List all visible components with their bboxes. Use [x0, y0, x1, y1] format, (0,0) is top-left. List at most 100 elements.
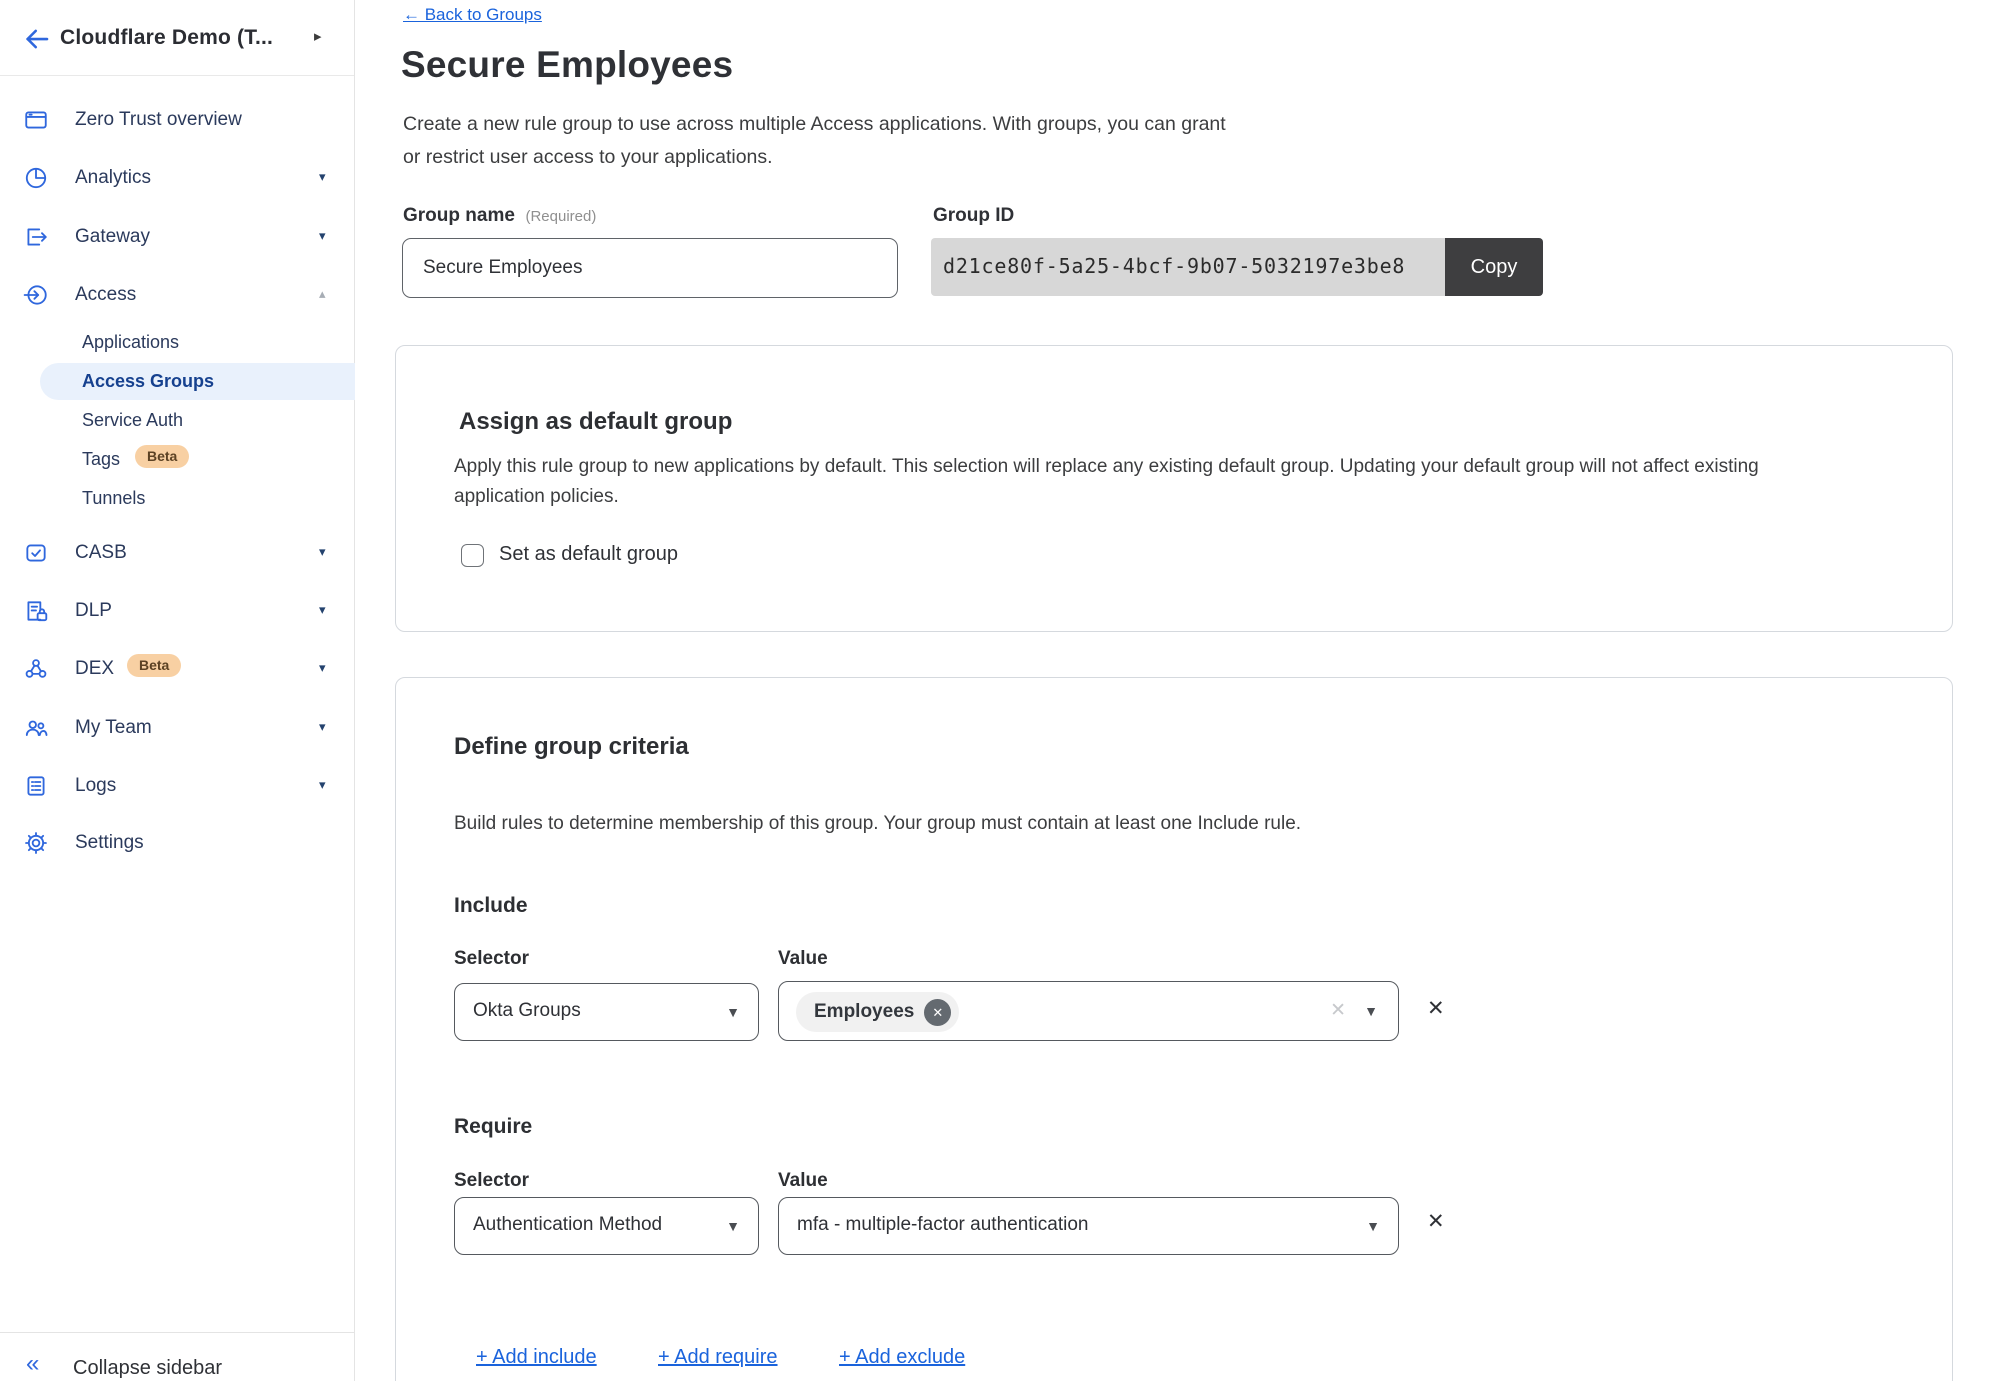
include-selector-value: Okta Groups: [473, 1000, 581, 1022]
network-nodes-icon: [23, 656, 49, 682]
chevron-up-icon[interactable]: ▴: [319, 286, 326, 302]
back-arrow-icon[interactable]: [22, 24, 52, 54]
define-group-criteria-card: Define group criteria Build rules to det…: [395, 677, 1953, 1381]
sidebar-item-label: Access: [75, 284, 136, 306]
sidebar-item-gateway[interactable]: Gateway ▾: [0, 223, 355, 253]
sidebar-item-applications[interactable]: Applications: [0, 329, 355, 359]
sidebar-item-tunnels[interactable]: Tunnels: [0, 485, 355, 515]
login-arrow-icon: [23, 282, 49, 308]
remove-include-rule-icon[interactable]: ✕: [1427, 996, 1445, 1021]
collapse-double-chevron-icon: «: [26, 1350, 39, 1378]
sidebar-item-my-team[interactable]: My Team ▾: [0, 714, 355, 744]
group-name-input[interactable]: [402, 238, 898, 298]
main-content: ← Back to Groups Secure Employees Create…: [356, 0, 1999, 1381]
remove-tag-icon[interactable]: ✕: [924, 999, 951, 1026]
remove-require-rule-icon[interactable]: ✕: [1427, 1209, 1445, 1234]
chevron-down-icon[interactable]: ▾: [319, 544, 326, 560]
sidebar-item-label: Zero Trust overview: [75, 109, 242, 131]
sidebar-item-casb[interactable]: CASB ▾: [0, 539, 355, 569]
group-id-value: d21ce80f-5a25-4bcf-9b07-5032197e3be8: [943, 254, 1405, 278]
sidebar-item-dlp[interactable]: DLP ▾: [0, 597, 355, 627]
sidebar-item-label: Applications: [82, 332, 179, 353]
criteria-body: Build rules to determine membership of t…: [454, 813, 1301, 835]
sidebar-item-analytics[interactable]: Analytics ▾: [0, 164, 355, 194]
sidebar-item-tags[interactable]: Tags Beta: [0, 446, 355, 476]
require-heading: Require: [454, 1115, 532, 1139]
back-to-groups-link[interactable]: ← Back to Groups: [403, 5, 542, 25]
sidebar-item-label: Access Groups: [82, 371, 214, 392]
chevron-down-icon[interactable]: ▾: [319, 719, 326, 735]
chevron-down-icon[interactable]: ▾: [319, 228, 326, 244]
chevron-down-icon[interactable]: ▾: [319, 169, 326, 185]
include-heading: Include: [454, 894, 528, 918]
sidebar-item-service-auth[interactable]: Service Auth: [0, 407, 355, 437]
document-lock-icon: [23, 598, 49, 624]
collapse-sidebar-button[interactable]: « Collapse sidebar: [0, 1348, 355, 1381]
page-description-line2: or restrict user access to your applicat…: [403, 146, 773, 169]
sidebar-item-label: Tags: [82, 449, 120, 470]
set-default-group-checkbox[interactable]: [461, 544, 484, 567]
sidebar-item-label: Service Auth: [82, 410, 183, 431]
sidebar-item-label: CASB: [75, 542, 127, 564]
add-require-link[interactable]: + Add require: [658, 1346, 778, 1369]
chevron-down-icon: ▼: [1364, 1003, 1378, 1019]
sidebar-item-label: Gateway: [75, 226, 150, 248]
chevron-down-icon[interactable]: ▾: [319, 602, 326, 618]
chevron-down-icon[interactable]: ▾: [319, 660, 326, 676]
card-heading: Assign as default group: [459, 408, 732, 436]
sidebar-item-label: Analytics: [75, 167, 151, 189]
card-body-line1: Apply this rule group to new application…: [454, 456, 1759, 478]
required-hint: (Required): [525, 208, 596, 225]
require-selector-dropdown[interactable]: Authentication Method ▼: [454, 1197, 759, 1255]
group-id-label: Group ID: [933, 205, 1014, 227]
sidebar-item-settings[interactable]: Settings: [0, 829, 355, 859]
zero-trust-dashboard: Cloudflare Demo (T... ▸ Zero Trust overv…: [0, 0, 1999, 1381]
add-include-link[interactable]: + Add include: [476, 1346, 597, 1369]
set-default-group-label: Set as default group: [499, 543, 678, 566]
account-name: Cloudflare Demo (T...: [60, 26, 273, 50]
sidebar-item-label: My Team: [75, 717, 152, 739]
require-value-label: Value: [778, 1170, 828, 1192]
value-tag-label: Employees: [814, 1001, 914, 1023]
sidebar-item-access-groups[interactable]: Access Groups: [40, 363, 355, 400]
clear-values-icon[interactable]: ✕: [1330, 999, 1346, 1022]
card-heading: Define group criteria: [454, 733, 689, 761]
include-value-combobox[interactable]: Employees ✕ ✕ ▼: [778, 981, 1399, 1041]
list-icon: [23, 773, 49, 799]
sidebar-item-dex[interactable]: DEX Beta ▾: [0, 655, 355, 685]
sidebar-item-logs[interactable]: Logs ▾: [0, 772, 355, 802]
people-icon: [23, 715, 49, 741]
group-name-label: Group name (Required): [403, 205, 596, 227]
chevron-down-icon[interactable]: ▾: [319, 777, 326, 793]
sidebar-item-zero-trust-overview[interactable]: Zero Trust overview: [0, 106, 355, 136]
card-body-line2: application policies.: [454, 486, 619, 508]
copy-button[interactable]: Copy: [1445, 238, 1543, 296]
gear-icon: [23, 830, 49, 856]
include-selector-dropdown[interactable]: Okta Groups ▼: [454, 983, 759, 1041]
include-selector-label: Selector: [454, 948, 529, 970]
page-title: Secure Employees: [401, 44, 733, 86]
include-value-label: Value: [778, 948, 828, 970]
pie-chart-icon: [23, 165, 49, 191]
sidebar-item-label: DEX: [75, 658, 114, 680]
require-selector-label: Selector: [454, 1170, 529, 1192]
assign-default-group-card: Assign as default group Apply this rule …: [395, 345, 1953, 632]
beta-badge: Beta: [135, 445, 189, 468]
gateway-icon: [23, 224, 49, 250]
sidebar-header: Cloudflare Demo (T... ▸: [0, 0, 354, 76]
account-switcher-caret-icon[interactable]: ▸: [314, 27, 322, 45]
add-exclude-link[interactable]: + Add exclude: [839, 1346, 965, 1369]
shield-check-icon: [23, 540, 49, 566]
group-id-value-box: d21ce80f-5a25-4bcf-9b07-5032197e3be8: [931, 238, 1445, 296]
require-value-dropdown[interactable]: mfa - multiple-factor authentication ▼: [778, 1197, 1399, 1255]
chevron-down-icon: ▼: [726, 1218, 740, 1234]
page-description-line1: Create a new rule group to use across mu…: [403, 113, 1226, 136]
beta-badge: Beta: [127, 654, 181, 677]
sidebar-item-label: Settings: [75, 832, 144, 854]
window-icon: [23, 107, 49, 133]
sidebar-item-label: Logs: [75, 775, 116, 797]
sidebar-item-access[interactable]: Access ▴: [0, 281, 355, 311]
value-tag: Employees ✕: [796, 992, 959, 1032]
chevron-down-icon: ▼: [726, 1004, 740, 1020]
require-value-text: mfa - multiple-factor authentication: [797, 1214, 1088, 1236]
